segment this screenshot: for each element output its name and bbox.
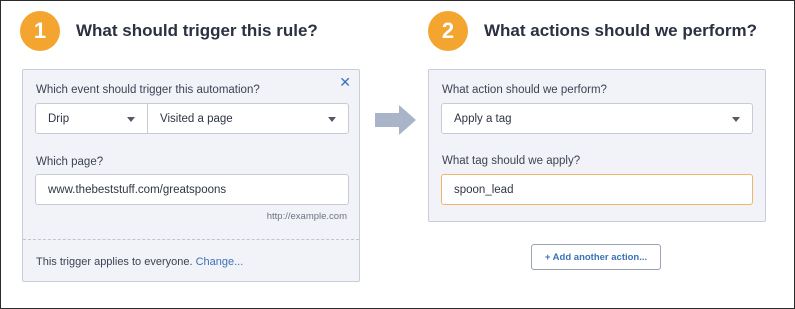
event-value: Visited a page xyxy=(160,112,233,125)
chevron-down-icon xyxy=(328,117,336,122)
action-select[interactable]: Apply a tag xyxy=(441,103,753,134)
chevron-down-icon xyxy=(732,117,740,122)
close-icon[interactable]: ✕ xyxy=(339,75,351,89)
provider-value: Drip xyxy=(48,112,70,125)
tag-input[interactable]: spoon_lead xyxy=(441,174,753,205)
step-1-header: 1 What should trigger this rule? xyxy=(20,11,318,51)
change-link[interactable]: Change... xyxy=(196,256,244,268)
panel-divider xyxy=(23,239,359,240)
action-value: Apply a tag xyxy=(454,112,512,125)
step-1-badge: 1 xyxy=(20,11,60,51)
chevron-down-icon xyxy=(127,117,135,122)
arrow-right-icon xyxy=(375,105,416,135)
trigger-footer: This trigger applies to everyone. Change… xyxy=(36,256,243,268)
action-select-inner: Apply a tag xyxy=(442,104,752,133)
page-hint: http://example.com xyxy=(266,211,347,222)
event-select[interactable]: Visited a page xyxy=(147,104,348,133)
step-1-title: What should trigger this rule? xyxy=(76,21,318,40)
step-2-header: 2 What actions should we perform? xyxy=(428,11,757,51)
page-label: Which page? xyxy=(36,156,104,168)
event-label: Which event should trigger this automati… xyxy=(36,84,260,96)
trigger-footer-text: This trigger applies to everyone. xyxy=(36,256,193,268)
trigger-panel: ✕ Which event should trigger this automa… xyxy=(22,69,360,282)
step-2-badge: 2 xyxy=(428,11,468,51)
step-2-title: What actions should we perform? xyxy=(484,21,757,40)
tag-value: spoon_lead xyxy=(454,183,514,196)
action-panel: What action should we perform? Apply a t… xyxy=(428,69,766,222)
tag-label: What tag should we apply? xyxy=(442,155,581,167)
page-url-value: www.thebeststuff.com/greatspoons xyxy=(48,183,227,196)
add-another-action-button[interactable]: + Add another action... xyxy=(531,244,661,270)
provider-select[interactable]: Drip xyxy=(36,104,147,133)
page-url-input[interactable]: www.thebeststuff.com/greatspoons xyxy=(35,174,349,205)
action-label: What action should we perform? xyxy=(442,84,607,96)
event-select-group: Drip Visited a page xyxy=(35,103,349,134)
